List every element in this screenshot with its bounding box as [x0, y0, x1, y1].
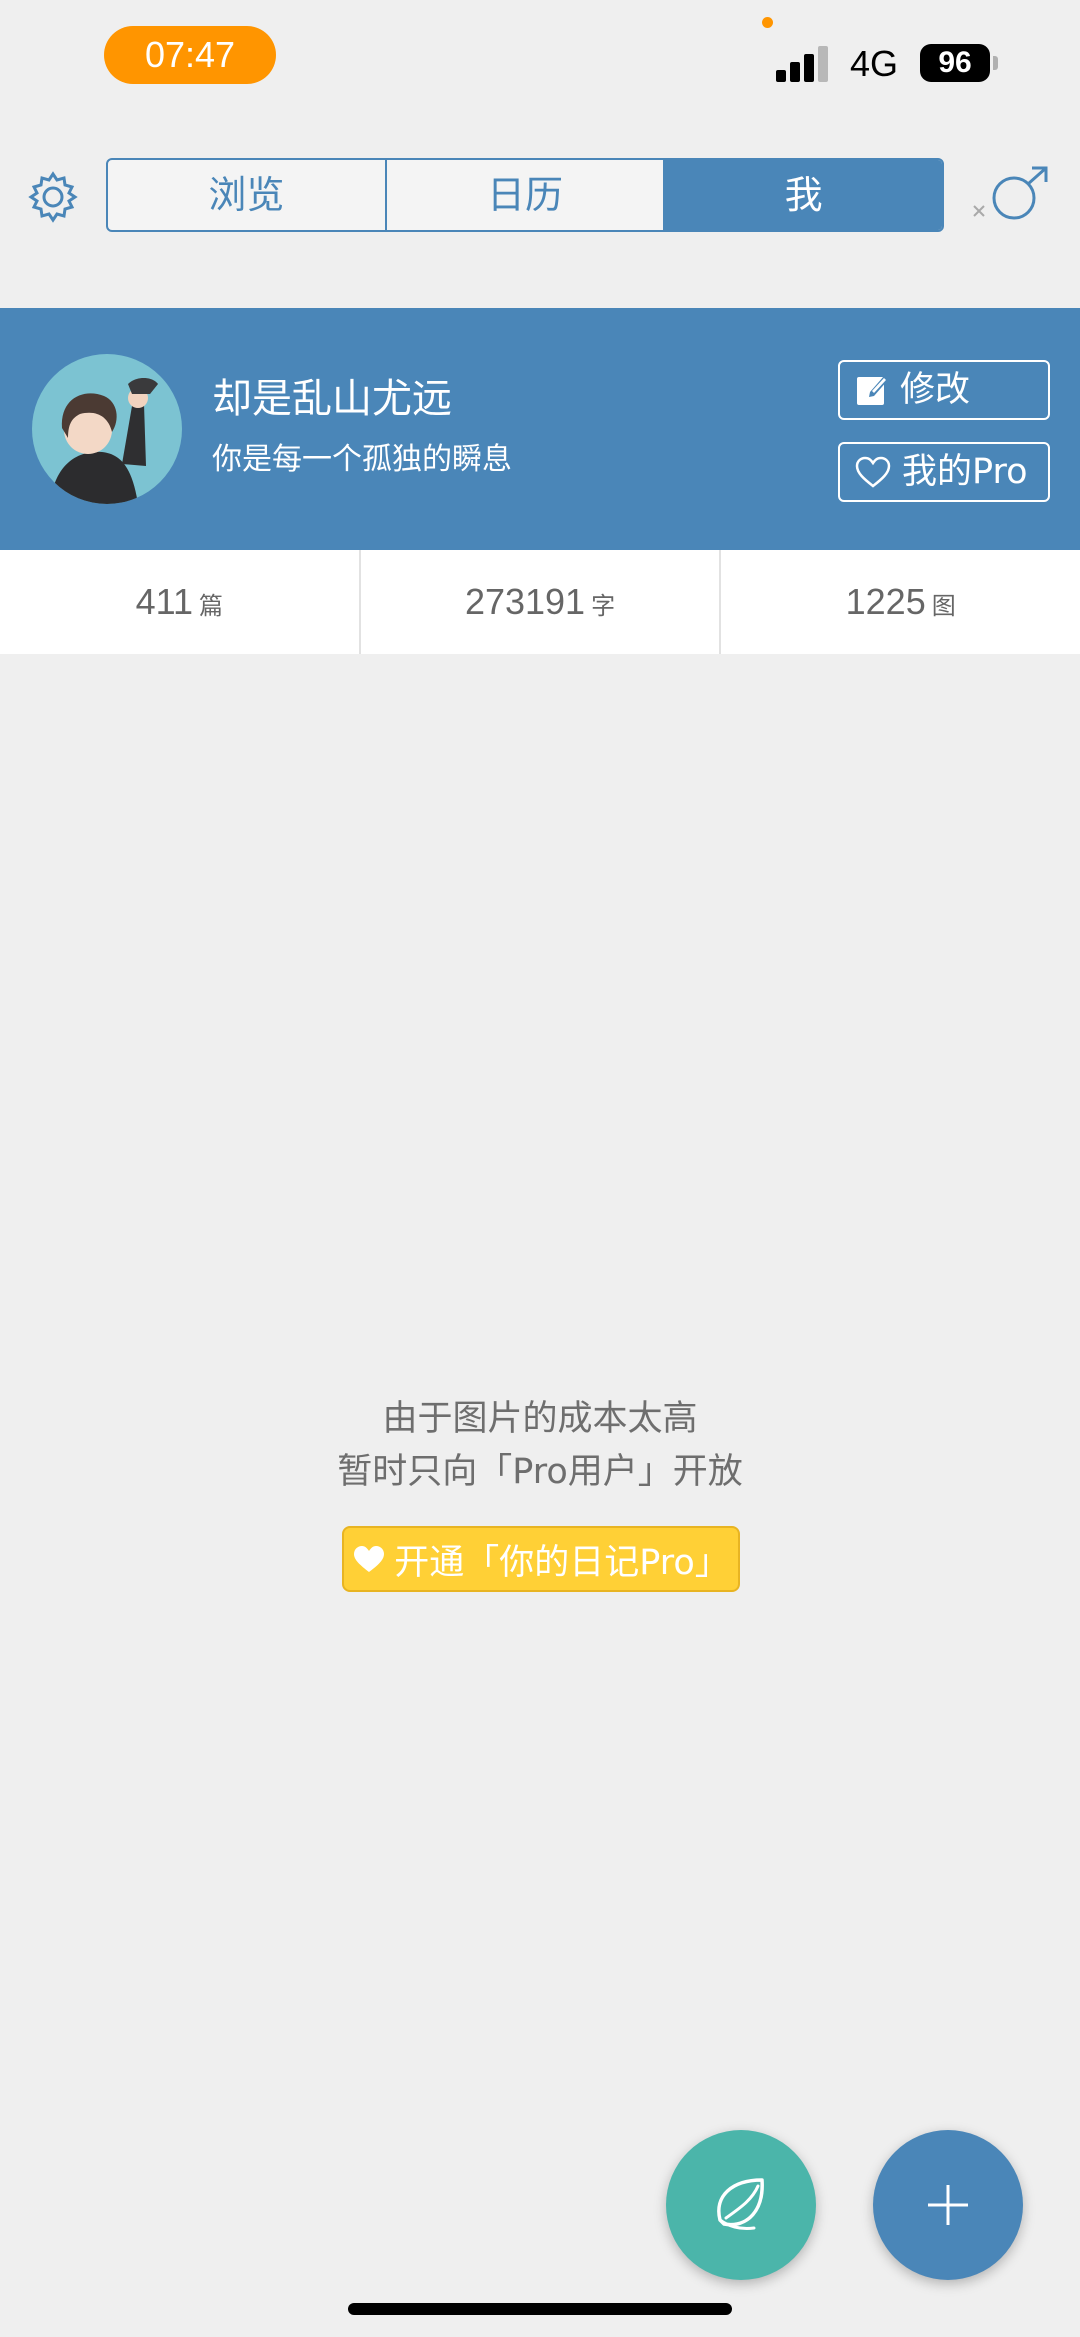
- leaf-button[interactable]: [666, 2130, 816, 2280]
- status-time: 07:47: [104, 26, 276, 84]
- leaf-icon: [717, 2178, 764, 2230]
- tab-me[interactable]: 我: [665, 160, 942, 230]
- plus-icon: [928, 2185, 968, 2225]
- heart-outline-icon: [855, 456, 891, 488]
- battery-icon: 96: [920, 44, 990, 82]
- home-indicator[interactable]: [348, 2303, 732, 2315]
- stat-entries[interactable]: 411 篇: [0, 550, 361, 654]
- pro-notice-line2: 暂时只向「Pro用户」开放: [337, 1452, 743, 1492]
- tab-calendar[interactable]: 日历: [387, 160, 666, 230]
- status-bar: 07:47 4G 96: [0, 0, 1080, 120]
- avatar[interactable]: [32, 354, 182, 504]
- privacy-indicator-dot: [762, 17, 773, 28]
- battery-tip: [993, 56, 998, 70]
- edit-profile-button[interactable]: 修改: [838, 360, 1050, 420]
- upgrade-pro-button[interactable]: 开通「你的日记Pro」: [342, 1526, 740, 1592]
- pro-notice-line1: 由于图片的成本太高: [382, 1399, 698, 1439]
- user-bio: 你是每一个孤独的瞬息: [212, 442, 512, 477]
- profile-banner: 却是乱山尤远 你是每一个孤独的瞬息 修改 我的Pro: [0, 308, 1080, 550]
- stat-words[interactable]: 273191 字: [361, 550, 722, 654]
- edit-profile-label: 修改: [900, 370, 971, 410]
- stat-images-unit: 图: [931, 592, 956, 620]
- upgrade-pro-label: 开通「你的日记Pro」: [394, 1542, 730, 1583]
- signal-icon: [776, 44, 830, 82]
- tab-bar: 浏览 日历 我: [106, 158, 944, 232]
- my-pro-label: 我的Pro: [902, 452, 1028, 492]
- stat-images[interactable]: 1225 图: [721, 550, 1080, 654]
- male-gender-icon[interactable]: [968, 164, 1052, 230]
- my-pro-button[interactable]: 我的Pro: [838, 442, 1050, 502]
- tab-browse[interactable]: 浏览: [108, 160, 387, 230]
- heart-icon: [354, 1546, 385, 1572]
- user-name: 却是乱山尤远: [212, 376, 452, 422]
- gear-icon[interactable]: [26, 170, 80, 224]
- stat-images-value: 1225: [845, 581, 926, 622]
- edit-icon: [857, 376, 888, 405]
- stats-bar: 411 篇 273191 字 1225 图: [0, 550, 1080, 654]
- stat-words-value: 273191: [464, 581, 586, 622]
- stat-entries-value: 411: [135, 581, 194, 622]
- stat-words-unit: 字: [591, 592, 616, 620]
- stat-entries-unit: 篇: [199, 592, 224, 620]
- add-entry-button[interactable]: [873, 2130, 1023, 2280]
- network-label: 4G: [850, 43, 899, 84]
